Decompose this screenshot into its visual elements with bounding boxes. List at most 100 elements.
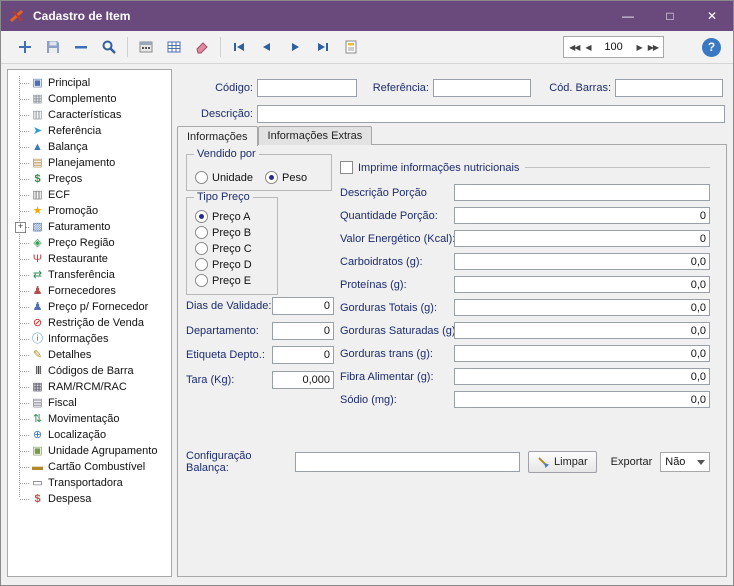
cod-barras-input[interactable] — [615, 79, 723, 97]
tab-informacoes-extras[interactable]: Informações Extras — [258, 126, 373, 145]
descricao-row: Descrição: — [177, 105, 727, 125]
imprime-nutricionais-checkbox[interactable]: Imprime informações nutricionais — [340, 161, 519, 174]
sidebar-item-detalhes[interactable]: ✎Detalhes — [8, 347, 171, 363]
sidebar-item-transportadora[interactable]: ▭Transportadora — [8, 475, 171, 491]
departamento-label: Departamento: — [186, 325, 259, 337]
maximize-button[interactable]: □ — [649, 1, 691, 31]
tipo-preco-legend: Tipo Preço — [194, 191, 253, 203]
sidebar-item-label: Transferência — [48, 269, 115, 281]
radio-unidade[interactable]: Unidade — [195, 171, 253, 184]
sidebar-item-referencia[interactable]: ➤Referência — [8, 123, 171, 139]
globe-icon: ⊕ — [30, 430, 45, 441]
gorduras-trans-input[interactable] — [454, 345, 710, 362]
config-balanca-input[interactable] — [295, 452, 520, 472]
exportar-select[interactable]: Não — [660, 452, 710, 472]
limpar-button[interactable]: Limpar — [528, 451, 597, 473]
expand-icon[interactable]: + — [15, 222, 26, 233]
prev-record-button[interactable] — [253, 34, 281, 60]
sidebar-item-restaurante[interactable]: ΨRestaurante — [8, 251, 171, 267]
sidebar-item-despesa[interactable]: $Despesa — [8, 491, 171, 507]
save-icon — [45, 39, 61, 55]
radio-preco-d[interactable]: Preço D — [195, 258, 277, 271]
radio-preco-c[interactable]: Preço C — [195, 242, 277, 255]
tara-label: Tara (Kg): — [186, 374, 234, 386]
clear-button[interactable] — [188, 34, 216, 60]
valor-energetico-input[interactable] — [454, 230, 710, 247]
sidebar-item-faturamento[interactable]: +▨Faturamento — [8, 219, 171, 235]
departamento-input[interactable] — [272, 322, 334, 340]
proteinas-input[interactable] — [454, 276, 710, 293]
fibra-alimentar-input[interactable] — [454, 368, 710, 385]
fiscal-icon: ▤ — [30, 398, 45, 409]
sidebar-item-unidade-agrupamento[interactable]: ▣Unidade Agrupamento — [8, 443, 171, 459]
close-button[interactable]: ✕ — [691, 1, 733, 31]
valor-energetico-row: Valor Energético (Kcal): — [340, 227, 710, 250]
tara-input[interactable] — [272, 371, 334, 389]
sidebar-item-ram-rcm-rac[interactable]: ▦RAM/RCM/RAC — [8, 379, 171, 395]
sidebar-item-restricao-venda[interactable]: ⊘Restrição de Venda — [8, 315, 171, 331]
quantidade-porcao-input[interactable] — [454, 207, 710, 224]
next-record-button[interactable] — [281, 34, 309, 60]
sidebar-item-planejamento[interactable]: ▤Planejamento — [8, 155, 171, 171]
grid-view-button[interactable] — [160, 34, 188, 60]
tab-informacoes[interactable]: Informações — [177, 126, 258, 146]
radio-selected-icon — [265, 171, 278, 184]
toolbar-separator — [220, 37, 221, 57]
descricao-porcao-input[interactable] — [454, 184, 710, 201]
sodio-input[interactable] — [454, 391, 710, 408]
last-record-button[interactable] — [309, 34, 337, 60]
sidebar-item-localizacao[interactable]: ⊕Localização — [8, 427, 171, 443]
despesa-icon: $ — [30, 494, 45, 505]
sidebar: ▣Principal ▦Complemento ▥Características… — [7, 69, 172, 577]
sidebar-item-promocao[interactable]: ★Promoção — [8, 203, 171, 219]
pager-first-button[interactable]: ◀◀ — [566, 43, 582, 52]
radio-preco-e[interactable]: Preço E — [195, 274, 277, 287]
sidebar-item-preco-regiao[interactable]: ◈Preço Região — [8, 235, 171, 251]
pager-next-button[interactable]: ▶ — [634, 43, 645, 52]
caracteristicas-icon: ▥ — [30, 110, 45, 121]
radio-peso[interactable]: Peso — [265, 171, 307, 184]
pager-last-button[interactable]: ▶▶ — [645, 43, 661, 52]
restaurante-icon: Ψ — [30, 254, 45, 265]
pager-value[interactable]: 100 — [594, 41, 634, 53]
sidebar-item-precos[interactable]: $Preços — [8, 171, 171, 187]
sidebar-item-fiscal[interactable]: ▤Fiscal — [8, 395, 171, 411]
sidebar-item-transferencia[interactable]: ⇄Transferência — [8, 267, 171, 283]
carboidratos-input[interactable] — [454, 253, 710, 270]
first-record-button[interactable] — [225, 34, 253, 60]
new-record-button[interactable] — [11, 34, 39, 60]
referencia-input[interactable] — [433, 79, 531, 97]
sidebar-item-ecf[interactable]: ▥ECF — [8, 187, 171, 203]
calculator-button[interactable] — [132, 34, 160, 60]
sidebar-item-label: Restrição de Venda — [48, 317, 144, 329]
sidebar-item-balanca[interactable]: ▲Balança — [8, 139, 171, 155]
etiqueta-depto-input[interactable] — [272, 346, 334, 364]
gorduras-saturadas-input[interactable] — [454, 322, 710, 339]
gorduras-totais-label: Gorduras Totais (g): — [340, 302, 454, 314]
dias-validade-input[interactable] — [272, 297, 334, 315]
radio-preco-a[interactable]: Preço A — [195, 210, 277, 223]
sidebar-item-principal[interactable]: ▣Principal — [8, 75, 171, 91]
sidebar-item-informacoes[interactable]: ⓘInformações — [8, 331, 171, 347]
report-button[interactable] — [337, 34, 365, 60]
sidebar-item-fornecedores[interactable]: ♟Fornecedores — [8, 283, 171, 299]
descricao-input[interactable] — [257, 105, 725, 123]
vendido-por-legend: Vendido por — [194, 148, 259, 160]
pager-prev-button[interactable]: ◀ — [582, 43, 593, 52]
sidebar-item-codigos-barra[interactable]: ‖‖Códigos de Barra — [8, 363, 171, 379]
help-button[interactable]: ? — [702, 38, 721, 57]
sidebar-item-cartao-combustivel[interactable]: ▬Cartão Combustível — [8, 459, 171, 475]
radio-preco-b[interactable]: Preço B — [195, 226, 277, 239]
delete-record-button[interactable] — [67, 34, 95, 60]
sidebar-item-movimentacao[interactable]: ⇅Movimentação — [8, 411, 171, 427]
sidebar-item-caracteristicas[interactable]: ▥Características — [8, 107, 171, 123]
gorduras-totais-input[interactable] — [454, 299, 710, 316]
sidebar-item-complemento[interactable]: ▦Complemento — [8, 91, 171, 107]
search-button[interactable] — [95, 34, 123, 60]
proteinas-row: Proteínas (g): — [340, 273, 710, 296]
save-button[interactable] — [39, 34, 67, 60]
codigo-input[interactable] — [257, 79, 357, 97]
sidebar-item-label: Informações — [48, 333, 109, 345]
minimize-button[interactable]: — — [607, 1, 649, 31]
sidebar-item-preco-fornecedor[interactable]: ♟Preço p/ Fornecedor — [8, 299, 171, 315]
